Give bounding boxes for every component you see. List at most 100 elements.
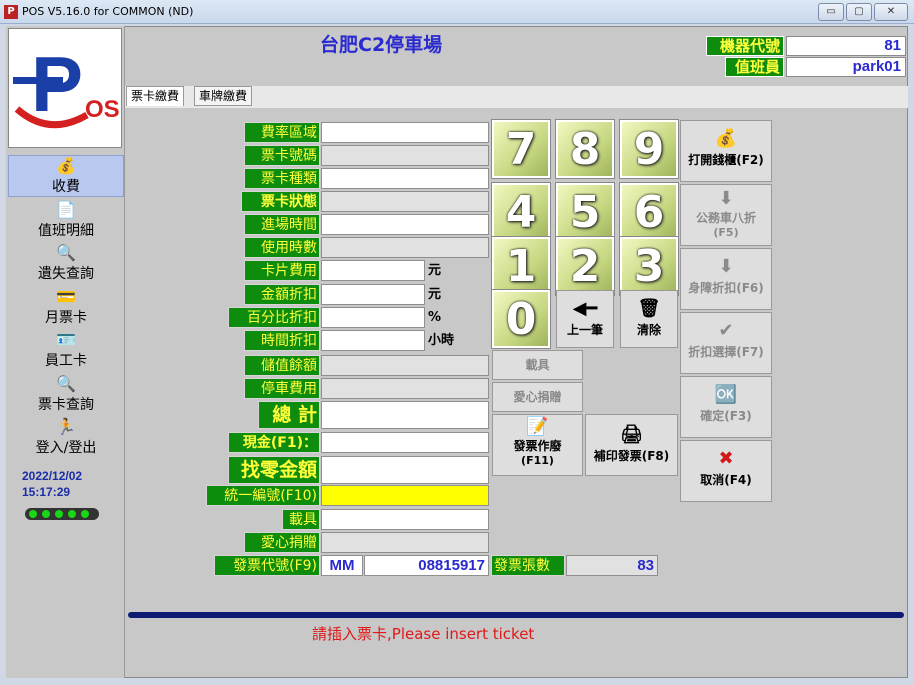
- tax-id-input[interactable]: [321, 485, 489, 506]
- carrier-button[interactable]: 載具: [492, 350, 583, 380]
- time: 15:17:29: [22, 485, 71, 499]
- pos-logo-icon: P OS: [13, 40, 120, 129]
- cash-drawer-icon: 💰: [714, 128, 738, 149]
- led-indicator: [68, 510, 76, 518]
- close-button[interactable]: ✕: [874, 3, 908, 21]
- magnifier-icon: 🔍: [56, 243, 76, 262]
- key-1[interactable]: 1: [491, 236, 551, 296]
- tab-card-payment[interactable]: 票卡繳費: [126, 86, 185, 106]
- key-4[interactable]: 4: [491, 182, 551, 242]
- tax-id-label: 統一編號(F10): [206, 485, 320, 506]
- disabled-discount-button[interactable]: ⬇ 身障折扣(F6): [680, 248, 772, 310]
- maximize-button[interactable]: ▢: [846, 3, 872, 21]
- key-9[interactable]: 9: [619, 119, 679, 179]
- card-icon: 💳: [56, 287, 76, 306]
- nav-charge[interactable]: 💰 收費: [8, 155, 124, 197]
- percent-discount-label: 百分比折扣: [228, 307, 320, 328]
- down-arrow-icon: ⬇: [718, 256, 734, 277]
- clear-button-label: 清除: [636, 323, 661, 337]
- entry-time-field: [321, 214, 489, 235]
- nav-label: 登入/登出: [35, 440, 97, 456]
- tab-plate-payment[interactable]: 車牌繳費: [194, 86, 253, 106]
- key-6[interactable]: 6: [619, 182, 679, 242]
- datetime: 2022/12/02 15:17:29: [22, 468, 82, 500]
- cash-field[interactable]: [321, 432, 489, 453]
- back-button-label: 上一筆: [566, 323, 603, 337]
- key-0[interactable]: 0: [491, 289, 551, 349]
- nav-login-logout[interactable]: 🏃 登入/登出: [8, 417, 124, 459]
- official-car-label: 公務車八折: [695, 211, 756, 225]
- window-title: POS V5.16.0 for COMMON (ND): [22, 5, 194, 18]
- donation-button[interactable]: 愛心捐贈: [492, 382, 583, 412]
- nav-label: 遺失查詢: [38, 266, 94, 282]
- minimize-button[interactable]: ▭: [818, 3, 844, 21]
- amount-discount-field[interactable]: [321, 284, 425, 305]
- trash-icon: 🗑: [637, 298, 661, 319]
- nav-label: 收費: [52, 179, 80, 195]
- key-5[interactable]: 5: [555, 182, 615, 242]
- card-fee-unit: 元: [428, 263, 442, 278]
- id-card-icon: 🪪: [56, 330, 76, 349]
- official-car-discount-button[interactable]: ⬇ 公務車八折 (F5): [680, 184, 772, 246]
- card-number-field: [321, 145, 489, 166]
- nav-label: 票卡查詢: [38, 397, 94, 413]
- back-arrow-icon: ◀━: [572, 298, 598, 319]
- duration-label: 使用時數: [244, 237, 320, 258]
- nav-employee-card[interactable]: 🪪 員工卡: [8, 330, 124, 372]
- checkmark-icon: ✔: [718, 320, 734, 341]
- stored-balance-label: 儲值餘額: [244, 355, 320, 376]
- carrier-label: 載具: [282, 509, 320, 530]
- discount-select-label: 折扣選擇(F7): [688, 345, 764, 359]
- card-type-field: [321, 168, 489, 189]
- rate-area-field[interactable]: [321, 122, 489, 143]
- parking-fee-field: [321, 378, 489, 399]
- card-status-label: 票卡狀態: [241, 191, 320, 212]
- cancel-button[interactable]: ✖ 取消(F4): [680, 440, 772, 502]
- void-invoice-label: 發票作廢: [513, 439, 562, 453]
- void-invoice-button[interactable]: 📝 發票作廢 (F11): [492, 414, 583, 476]
- void-invoice-key: (F11): [521, 454, 554, 467]
- nav-lost-query[interactable]: 🔍 遺失查詢: [8, 243, 124, 285]
- ok-icon: 🆗: [714, 384, 738, 405]
- change-label: 找零金額: [228, 456, 320, 484]
- nav-monthly-card[interactable]: 💳 月票卡: [8, 287, 124, 329]
- nav-label: 員工卡: [45, 353, 87, 369]
- amount-discount-label: 金額折扣: [244, 284, 320, 305]
- back-button[interactable]: ◀━ 上一筆: [556, 290, 614, 348]
- time-discount-field[interactable]: [321, 330, 425, 351]
- card-fee-field[interactable]: [321, 260, 425, 281]
- open-drawer-label: 打開錢櫃(F2): [688, 153, 764, 167]
- confirm-button[interactable]: 🆗 確定(F3): [680, 376, 772, 438]
- date: 2022/12/02: [22, 469, 83, 483]
- time-discount-unit: 小時: [428, 333, 455, 348]
- key-3[interactable]: 3: [619, 236, 679, 296]
- parking-fee-label: 停車費用: [244, 378, 320, 399]
- led-indicator: [29, 510, 37, 518]
- staff-value: park01: [786, 57, 906, 77]
- led-indicator: [42, 510, 50, 518]
- total-label: 總 計: [258, 401, 320, 429]
- amount-discount-unit: 元: [428, 287, 442, 302]
- x-mark-icon: ✖: [718, 448, 734, 469]
- carrier-field[interactable]: [321, 509, 489, 530]
- clear-button[interactable]: 🗑 清除: [620, 290, 678, 348]
- invoice-prefix: MM: [321, 555, 363, 576]
- key-2[interactable]: 2: [555, 236, 615, 296]
- reprint-invoice-button[interactable]: 🖨 補印發票(F8): [585, 414, 678, 476]
- stored-balance-field: [321, 355, 489, 376]
- status-divider: [128, 612, 904, 618]
- nav-shift-detail[interactable]: 📄 值班明細: [8, 200, 124, 242]
- coins-icon: 💰: [56, 156, 76, 175]
- staff-label: 值班員: [725, 57, 784, 77]
- invoice-count-label: 發票張數: [491, 555, 565, 576]
- document-icon: 📄: [56, 200, 76, 219]
- change-field: [321, 456, 489, 484]
- key-7[interactable]: 7: [491, 119, 551, 179]
- key-8[interactable]: 8: [555, 119, 615, 179]
- discount-select-button[interactable]: ✔ 折扣選擇(F7): [680, 312, 772, 374]
- invoice-number: 08815917: [364, 555, 489, 576]
- card-number-label: 票卡號碼: [244, 145, 320, 166]
- percent-discount-field[interactable]: [321, 307, 425, 328]
- open-drawer-button[interactable]: 💰 打開錢櫃(F2): [680, 120, 772, 182]
- nav-card-query[interactable]: 🔍 票卡查詢: [8, 374, 124, 416]
